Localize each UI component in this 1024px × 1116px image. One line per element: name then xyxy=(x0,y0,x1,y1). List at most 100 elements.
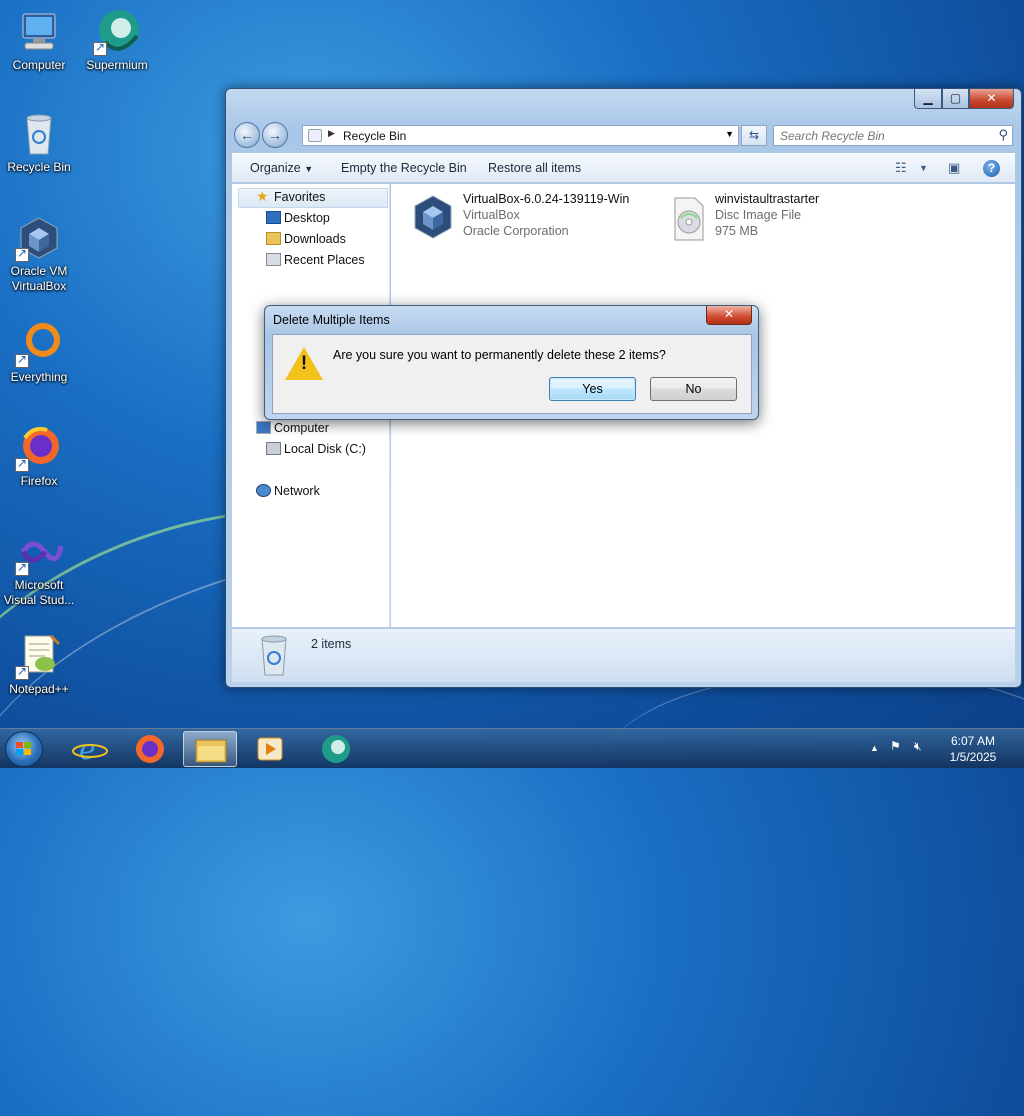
notepadpp-icon xyxy=(15,632,63,680)
breadcrumb-arrow-icon[interactable]: ▶ xyxy=(328,128,335,139)
recycle-bin-icon xyxy=(261,635,287,676)
nav-desktop[interactable]: Desktop xyxy=(266,211,330,225)
preview-pane-icon[interactable]: ▣ xyxy=(948,160,960,176)
computer-small-icon xyxy=(256,421,271,434)
search-icon[interactable]: ⚲ xyxy=(998,127,1008,143)
nav-favorites[interactable]: ★ Favorites xyxy=(256,188,326,204)
dialog-message: Are you sure you want to permanently del… xyxy=(333,348,666,362)
desktop-icon-firefox[interactable]: Firefox xyxy=(1,424,77,489)
network-icon xyxy=(256,484,271,497)
organize-button[interactable]: Organize ▼ xyxy=(250,161,313,175)
nav-local-disk-label: Local Disk (C:) xyxy=(284,442,366,456)
desktop-icon-supermium[interactable]: Supermium xyxy=(79,8,155,73)
taskbar-internet-explorer[interactable]: e xyxy=(63,731,117,767)
file-detail: 975 MB xyxy=(715,224,759,238)
taskbar-firefox[interactable] xyxy=(123,731,177,767)
close-button[interactable]: ✕ xyxy=(969,89,1014,109)
warning-exclamation-icon: ! xyxy=(300,353,308,374)
back-button[interactable]: ← xyxy=(234,122,260,148)
everything-icon xyxy=(15,320,63,368)
status-bar: 2 items xyxy=(232,628,1015,682)
drive-icon xyxy=(266,442,281,455)
star-icon: ★ xyxy=(256,188,269,204)
desktop-icon-everything[interactable]: Everything xyxy=(1,320,77,385)
dialog-close-button[interactable]: ✕ xyxy=(706,306,752,325)
item-count: 2 items xyxy=(311,637,352,651)
shortcut-arrow-icon xyxy=(15,560,29,576)
shortcut-arrow-icon xyxy=(15,664,29,680)
restore-all-items-button[interactable]: Restore all items xyxy=(488,161,581,175)
no-button[interactable]: No xyxy=(650,377,737,401)
desktop-icon-recycle-bin[interactable]: Recycle Bin xyxy=(1,110,77,175)
address-dropdown-icon[interactable]: ▼ xyxy=(725,129,734,139)
help-icon[interactable]: ? xyxy=(983,160,1000,177)
address-bar[interactable]: ▶ Recycle Bin ▼ xyxy=(302,125,739,146)
taskbar-supermium[interactable] xyxy=(309,731,363,767)
computer-icon xyxy=(15,8,63,56)
view-dropdown-icon[interactable]: ▼ xyxy=(919,163,928,173)
desktop-icon-label: Firefox xyxy=(20,474,58,488)
volume-muted-icon[interactable]: 🔇︎ xyxy=(914,739,922,754)
maximize-button[interactable]: ▢ xyxy=(942,89,969,109)
back-arrow-icon: ← xyxy=(240,127,254,143)
search-input[interactable] xyxy=(774,126,984,145)
minimize-button[interactable]: ▁ xyxy=(914,89,942,109)
desktop-icon-notepadpp[interactable]: Notepad++ xyxy=(1,632,77,697)
internet-explorer-icon: e xyxy=(72,733,108,766)
clock-date: 1/5/2025 xyxy=(949,750,997,764)
taskbar-explorer[interactable] xyxy=(183,731,237,767)
nav-local-disk[interactable]: Local Disk (C:) xyxy=(266,442,366,456)
nav-downloads[interactable]: Downloads xyxy=(266,232,346,246)
navigation-buttons: ← → xyxy=(234,122,292,148)
forward-button[interactable]: → xyxy=(262,122,288,148)
desktop-icon-computer[interactable]: Computer xyxy=(1,8,77,73)
shortcut-arrow-icon xyxy=(15,456,29,472)
desktop-icon-label: Microsoft Visual Stud... xyxy=(3,578,75,607)
desktop-icon-virtualbox[interactable]: Oracle VM VirtualBox xyxy=(1,214,77,294)
nav-network[interactable]: Network xyxy=(256,484,320,498)
action-center-icon[interactable]: ⚑ xyxy=(890,739,901,753)
desktop-icon-label: Computer xyxy=(12,58,66,72)
nav-downloads-label: Downloads xyxy=(284,232,346,246)
forward-arrow-icon: → xyxy=(268,127,282,143)
clock[interactable]: 6:07 AM 1/5/2025 xyxy=(940,733,1006,765)
media-player-icon xyxy=(257,737,283,761)
shortcut-arrow-icon xyxy=(15,352,29,368)
desktop-icon-label: Recycle Bin xyxy=(7,160,71,174)
nav-recent-places[interactable]: Recent Places xyxy=(266,253,365,267)
refresh-icon: ⇆ xyxy=(748,128,760,142)
show-hidden-icons-icon[interactable]: ▲ xyxy=(870,743,879,753)
supermium-icon xyxy=(322,735,350,763)
file-name: winvistaultrastarter xyxy=(715,192,820,206)
desktop-icon xyxy=(266,211,281,224)
nav-computer[interactable]: Computer xyxy=(256,421,329,435)
breadcrumb-recycle-bin[interactable]: Recycle Bin xyxy=(343,129,406,143)
search-box[interactable]: ⚲ xyxy=(773,125,1013,146)
start-button[interactable] xyxy=(5,731,43,767)
shortcut-arrow-icon xyxy=(93,40,107,56)
firefox-icon xyxy=(15,424,63,472)
empty-recycle-bin-button[interactable]: Empty the Recycle Bin xyxy=(341,161,467,175)
delete-confirmation-dialog: Delete Multiple Items ✕ ! Are you sure y… xyxy=(264,305,759,420)
recent-places-icon xyxy=(266,253,281,266)
refresh-button[interactable]: ⇆ xyxy=(741,125,767,146)
nav-favorites-label: Favorites xyxy=(274,190,326,204)
dialog-title: Delete Multiple Items xyxy=(273,313,390,327)
taskbar-media-player[interactable] xyxy=(243,731,297,767)
virtualbox-icon xyxy=(414,195,452,239)
downloads-folder-icon xyxy=(266,232,281,245)
file-detail: Oracle Corporation xyxy=(463,224,569,238)
desktop-icon-label: Supermium xyxy=(86,58,148,72)
virtualbox-icon xyxy=(15,214,63,262)
file-name: VirtualBox-6.0.24-139119-Win xyxy=(463,192,630,206)
file-type: VirtualBox xyxy=(463,208,520,222)
desktop-icon-label: Everything xyxy=(10,370,68,384)
chevron-down-icon: ▼ xyxy=(304,164,314,174)
desktop-icon-visual-studio[interactable]: Microsoft Visual Stud... xyxy=(1,528,77,608)
change-view-icon[interactable]: ☷ xyxy=(895,160,907,176)
yes-button[interactable]: Yes xyxy=(549,377,636,401)
taskbar: e ▲ ⚑ 🔇︎ 6:07 AM 1/5/2025 xyxy=(0,728,1024,768)
supermium-icon xyxy=(93,8,141,56)
firefox-icon xyxy=(136,735,164,763)
desktop-icon-label: Notepad++ xyxy=(9,682,69,696)
